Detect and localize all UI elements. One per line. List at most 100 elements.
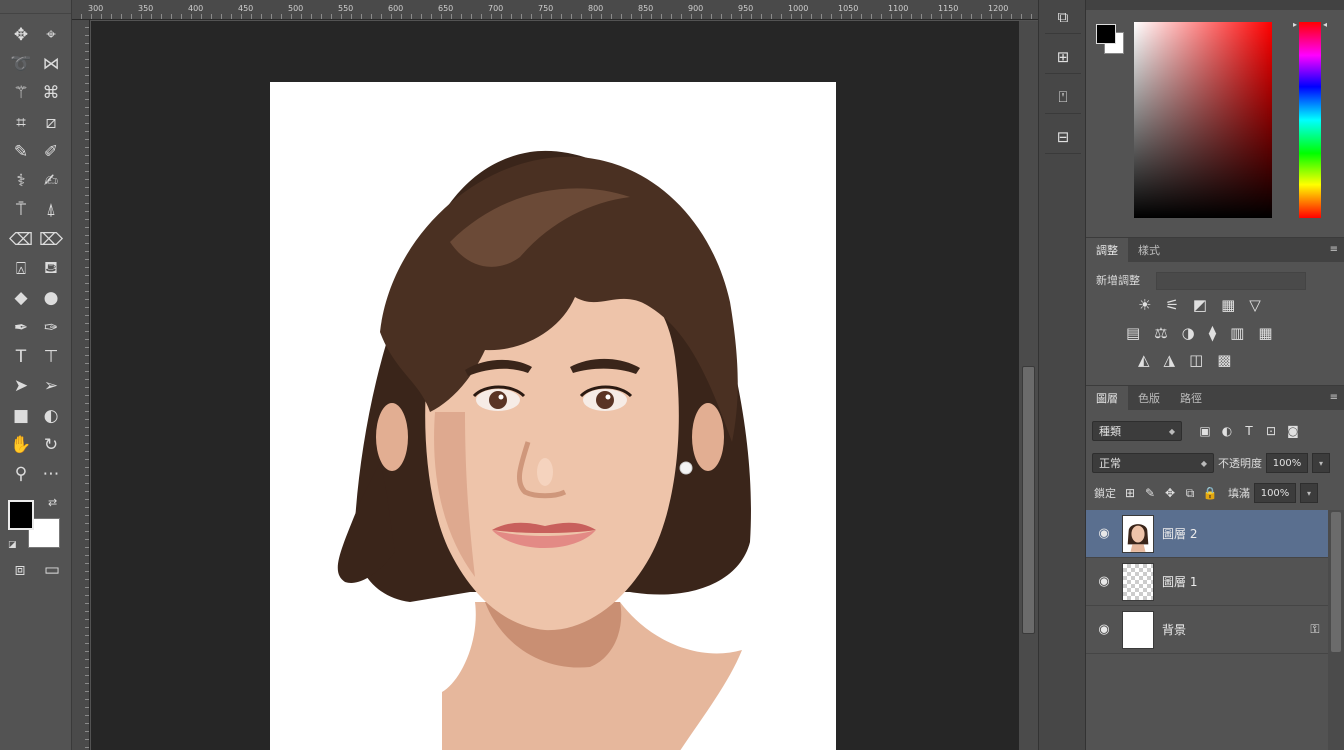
path-select-icon[interactable]: ➤ [6, 372, 36, 401]
visibility-eye-icon[interactable]: ◉ [1086, 622, 1122, 637]
adjustment-icon[interactable]: ▦ [1258, 324, 1272, 342]
hand-icon[interactable]: ✋ [6, 430, 36, 459]
color-picker-field[interactable] [1134, 22, 1272, 218]
zoom-icon[interactable]: ⚲ [6, 459, 36, 488]
lock-option-icon[interactable]: ⊞ [1120, 486, 1140, 501]
properties-panel-icon[interactable]: ⊞ [1045, 40, 1081, 74]
adjustment-icon[interactable]: ⧫ [1209, 324, 1216, 342]
opacity-input[interactable]: 100% [1266, 453, 1308, 473]
default-colors-icon[interactable]: ◪ [8, 540, 17, 550]
earring [679, 461, 693, 475]
filter-type-icon[interactable]: ▣ [1194, 424, 1216, 438]
lock-option-icon[interactable]: 🔒 [1200, 486, 1220, 501]
gradient-icon[interactable]: ⍓ [6, 254, 36, 283]
lock-option-icon[interactable]: ✎ [1140, 486, 1160, 501]
lasso-icon[interactable]: ➰ [6, 49, 36, 78]
tab-layers[interactable]: 圖層 [1086, 386, 1128, 410]
paint-bucket-icon[interactable]: ⛾ [36, 254, 66, 283]
scrollbar-thumb[interactable] [1022, 366, 1035, 634]
filter-type-icon[interactable]: ◐ [1216, 424, 1238, 438]
fill-slider-toggle[interactable]: ▾ [1300, 483, 1318, 503]
adjustment-icon[interactable]: ▽ [1249, 296, 1261, 314]
blend-mode-dropdown[interactable]: 正常 ◆ [1092, 453, 1214, 473]
layers-scrollbar-thumb[interactable] [1331, 512, 1341, 652]
filter-type-icon[interactable]: ◙ [1282, 424, 1304, 438]
visibility-eye-icon[interactable]: ◉ [1086, 526, 1122, 541]
document-canvas[interactable] [270, 82, 836, 750]
adjustment-icon[interactable]: ◮ [1164, 351, 1176, 369]
layers-scrollbar[interactable] [1328, 510, 1344, 750]
spot-heal-icon[interactable]: ⚕ [6, 166, 36, 195]
tab-adjustments[interactable]: 調整 [1086, 238, 1128, 262]
lock-option-icon[interactable]: ✥ [1160, 486, 1180, 501]
move-icon[interactable]: ✥ [6, 20, 36, 49]
adjustment-icon[interactable]: ☀ [1138, 296, 1151, 314]
crop-icon[interactable]: ⌗ [6, 108, 36, 137]
history-brush-icon[interactable]: ⍋ [36, 196, 66, 225]
hue-slider[interactable] [1299, 22, 1321, 218]
filter-type-icon[interactable]: T [1238, 424, 1260, 438]
ruler-icon[interactable]: ✐ [36, 137, 66, 166]
pen-icon[interactable]: ✒ [6, 313, 36, 342]
slice-icon[interactable]: ⧄ [36, 108, 66, 137]
toolbar-grip[interactable] [0, 0, 71, 14]
vertical-ruler[interactable] [72, 20, 90, 750]
tab-channels[interactable]: 色版 [1128, 386, 1170, 410]
clone-stamp-icon[interactable]: ⍑ [6, 196, 36, 225]
rotate-view-icon[interactable]: ↻ [36, 430, 66, 459]
adjustment-icon[interactable]: ▥ [1230, 324, 1244, 342]
foreground-color-swatch[interactable] [8, 500, 34, 530]
opacity-slider-toggle[interactable]: ▾ [1312, 453, 1330, 473]
quick-mask-icon[interactable]: ⧈ [6, 560, 34, 580]
tab-paths[interactable]: 路徑 [1170, 386, 1212, 410]
adjustment-icon[interactable]: ⚟ [1165, 296, 1178, 314]
blur-icon[interactable]: ◆ [6, 284, 36, 313]
horizontal-ruler[interactable]: 300 350 400 450 500 550 600 650 700 750 800 850 900 9… [72, 0, 1038, 20]
vertical-type-icon[interactable]: ⊤ [36, 342, 66, 371]
tab-styles[interactable]: 樣式 [1128, 238, 1170, 262]
chevron-down-icon: ◆ [1200, 458, 1207, 468]
more-tools-icon[interactable]: ⋯ [36, 459, 66, 488]
brush-icon[interactable]: ✍ [36, 166, 66, 195]
bg-eraser-icon[interactable]: ⌦ [36, 225, 66, 254]
artboard-icon[interactable]: ⌖ [36, 20, 66, 49]
visibility-eye-icon[interactable]: ◉ [1086, 574, 1122, 589]
magic-wand-icon[interactable]: ⚚ [6, 79, 36, 108]
quick-select-icon[interactable]: ⌘ [36, 79, 66, 108]
ellipse-icon[interactable]: ◐ [36, 401, 66, 430]
eyedropper-icon[interactable]: ✎ [6, 137, 36, 166]
layers-panel-menu-icon[interactable]: ≡ [1330, 392, 1338, 403]
lock-option-icon[interactable]: ⧉ [1180, 486, 1200, 501]
eraser-icon[interactable]: ⌫ [6, 225, 36, 254]
polygon-lasso-icon[interactable]: ⋈ [36, 49, 66, 78]
layer-filter-dropdown[interactable]: 種類 ◆ [1092, 421, 1182, 441]
adjustment-icon[interactable]: ▦ [1221, 296, 1235, 314]
freeform-pen-icon[interactable]: ✑ [36, 313, 66, 342]
panel-menu-icon[interactable]: ≡ [1330, 244, 1338, 255]
adjustment-icon[interactable]: ◭ [1138, 351, 1150, 369]
adjustment-icon[interactable]: ▩ [1217, 351, 1231, 369]
screen-mode-icon[interactable]: ▭ [38, 560, 66, 580]
layer-row[interactable]: ◉ 圖層 1 [1086, 558, 1328, 606]
paragraph-panel-icon[interactable]: ⊟ [1045, 120, 1081, 154]
layer-row[interactable]: ◉ 背景 ⚿ [1086, 606, 1328, 654]
dodge-icon[interactable]: ● [36, 284, 66, 313]
adjustment-icon[interactable]: ◫ [1189, 351, 1203, 369]
adjustment-icon[interactable]: ◑ [1182, 324, 1195, 342]
canvas-area[interactable] [91, 21, 1019, 750]
layer-row[interactable]: ◉ 圖層 2 [1086, 510, 1328, 558]
character-panel-icon[interactable]: ⍞ [1045, 80, 1081, 114]
fill-input[interactable]: 100% [1254, 483, 1296, 503]
adjustment-icon[interactable]: ▤ [1126, 324, 1140, 342]
adjustment-icon[interactable]: ◩ [1193, 296, 1207, 314]
ruler-label: 1000 [788, 4, 809, 13]
color-panel-foreground-swatch[interactable] [1096, 24, 1116, 44]
adjustment-icon[interactable]: ⚖ [1154, 324, 1167, 342]
rectangle-icon[interactable]: ■ [6, 401, 36, 430]
direct-select-icon[interactable]: ➢ [36, 372, 66, 401]
swap-colors-icon[interactable]: ⇄ [48, 496, 57, 509]
canvas-vertical-scrollbar[interactable] [1019, 21, 1038, 750]
filter-type-icon[interactable]: ⊡ [1260, 424, 1282, 438]
history-panel-icon[interactable]: ⧉ [1045, 0, 1081, 34]
type-icon[interactable]: T [6, 342, 36, 371]
